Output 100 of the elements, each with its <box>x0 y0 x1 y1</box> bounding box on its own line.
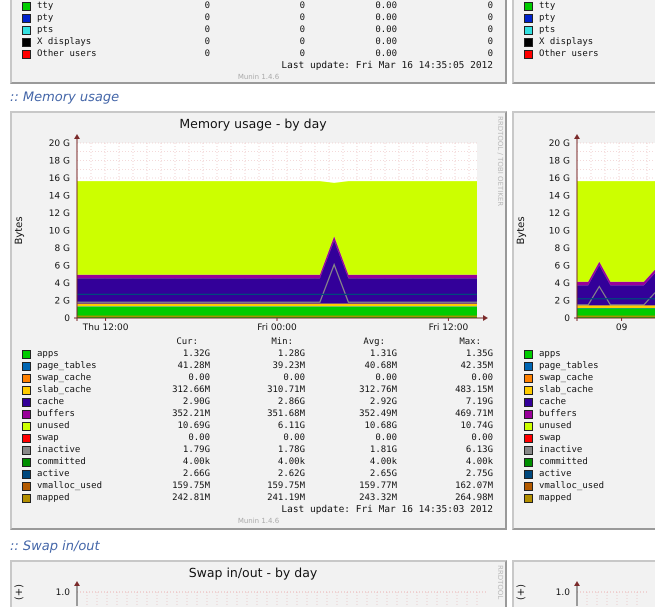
legend-value: 2.62G <box>276 468 305 480</box>
legend-value: 0.00 <box>374 0 397 12</box>
section-heading: :: Memory usage <box>10 90 120 106</box>
legend-label: buffers <box>37 408 75 420</box>
y-tick-label: 18 G <box>548 156 570 166</box>
legend-label: Other users <box>539 48 599 60</box>
y-axis-label: (+) <box>14 584 25 600</box>
legend-label: active <box>37 468 70 480</box>
legend-value: 0.00 <box>470 432 493 444</box>
legend-value: 0.00 <box>282 372 305 384</box>
y-tick-label: 8 G <box>554 244 570 254</box>
y-tick-label: 6 G <box>554 262 570 272</box>
y-tick-label: 8 G <box>54 244 70 254</box>
legend-value: 159.75M <box>171 480 210 492</box>
legend-value: 483.15M <box>454 384 493 396</box>
legend-label: page_tables <box>37 360 97 372</box>
legend-value: 1.31G <box>368 348 397 360</box>
legend-value: 352.21M <box>171 408 210 420</box>
legend-value: 159.77M <box>358 480 397 492</box>
legend-value: 0 <box>204 48 210 60</box>
legend-value: 1.28G <box>276 348 305 360</box>
y-tick-label: 12 G <box>548 209 570 219</box>
y-tick-label: 18 G <box>48 156 70 166</box>
legend-value: 0 <box>486 0 493 12</box>
legend-label: vmalloc_used <box>37 480 102 492</box>
legend-value: 0 <box>204 36 210 48</box>
legend-label: swap <box>539 432 561 444</box>
x-tick-label: Fri 00:00 <box>257 323 297 333</box>
legend-value: 162.07M <box>454 480 493 492</box>
legend-label: committed <box>539 456 588 468</box>
x-tick-label: Thu 12:00 <box>82 323 128 333</box>
legend-label: slab_cache <box>37 384 92 396</box>
legend-value: 0 <box>298 12 305 24</box>
legend-value: 2.90G <box>182 396 210 408</box>
y-tick-label: 0 <box>564 314 570 324</box>
legend-value: 0 <box>204 0 210 12</box>
legend-value: 0 <box>298 48 305 60</box>
legend-value: 39.23M <box>271 360 305 372</box>
legend-value: 0 <box>486 12 493 24</box>
legend-value: 0.00 <box>374 48 397 60</box>
graph-title: Swap in/out - by day <box>188 564 318 580</box>
legend-value: 1.78G <box>276 444 305 456</box>
legend-label: committed <box>37 456 86 468</box>
legend-value: 40.68M <box>363 360 397 372</box>
legend-value: 6.11G <box>276 420 305 432</box>
legend-label: active <box>539 468 572 480</box>
legend-value: 0.00 <box>374 372 397 384</box>
legend-value: 0.00 <box>374 36 397 48</box>
column-header: Cur: <box>175 336 199 348</box>
legend-value: 10.68G <box>363 420 397 432</box>
legend-value: 0.00 <box>187 372 210 384</box>
legend-value: 351.68M <box>266 408 305 420</box>
legend-value: 42.35M <box>459 360 493 372</box>
legend-label: pty <box>539 12 556 24</box>
last-update-text: Last update: Fri Mar 16 14:35:05 2012 <box>280 60 494 72</box>
y-tick-label: 14 G <box>548 192 570 202</box>
legend-value: 1.81G <box>368 444 397 456</box>
graph-title: Memory usage - by day <box>178 115 328 131</box>
y-tick-label: 0 <box>64 314 70 324</box>
legend-value: 352.49M <box>358 408 397 420</box>
y-axis-label: (+) <box>516 584 527 600</box>
legend-label: tty <box>37 0 54 12</box>
last-update-text: Last update: Fri Mar 16 14:35:03 2012 <box>280 504 494 516</box>
legend-value: 0 <box>298 0 305 12</box>
legend-value: 242.81M <box>171 492 210 504</box>
legend-value: 1.32G <box>182 348 210 360</box>
y-tick-label: 10 G <box>48 226 70 236</box>
legend-value: 241.19M <box>266 492 305 504</box>
y-tick-label: 16 G <box>548 174 570 184</box>
legend-value: 0.00 <box>470 372 493 384</box>
legend-value: 6.13G <box>464 444 493 456</box>
legend-value: 1.35G <box>464 348 493 360</box>
legend-label: cache <box>37 396 64 408</box>
legend-value: 2.66G <box>182 468 210 480</box>
y-tick-label: 1.0 <box>556 588 570 598</box>
y-tick-label: 20 G <box>48 139 70 149</box>
legend-value: 10.74G <box>459 420 493 432</box>
y-tick-label: 20 G <box>548 139 570 149</box>
legend-value: 0.00 <box>282 432 305 444</box>
legend-label: swap_cache <box>539 372 594 384</box>
section-heading: :: Swap in/out <box>10 539 101 555</box>
legend-value: 4.00k <box>276 456 305 468</box>
legend-label: mapped <box>37 492 70 504</box>
legend-label: mapped <box>539 492 572 504</box>
legend-label: inactive <box>37 444 80 456</box>
legend-value: 0 <box>204 12 210 24</box>
legend-value: 10.69G <box>176 420 210 432</box>
legend-value: 0 <box>298 24 305 36</box>
y-tick-label: 16 G <box>48 174 70 184</box>
legend-label: apps <box>37 348 59 360</box>
x-tick-label: 09 <box>616 323 628 333</box>
legend-label: inactive <box>539 444 582 456</box>
legend-label: unused <box>539 420 572 432</box>
legend-value: 0.00 <box>374 24 397 36</box>
legend-label: pts <box>37 24 54 36</box>
legend-label: tty <box>539 0 556 12</box>
legend-label: Other users <box>37 48 97 60</box>
legend-value: 1.79G <box>182 444 210 456</box>
legend-label: buffers <box>539 408 577 420</box>
y-tick-label: 4 G <box>54 279 70 289</box>
